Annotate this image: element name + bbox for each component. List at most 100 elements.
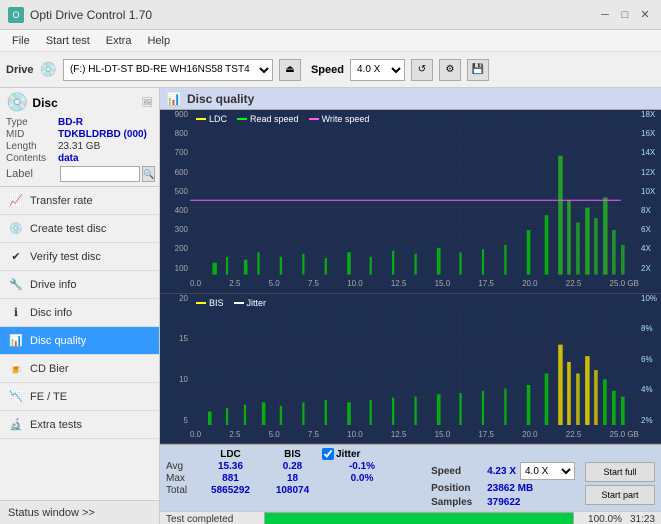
cd-bier-icon: 🍺 bbox=[8, 361, 24, 377]
speed-row-label: Speed bbox=[431, 466, 483, 477]
progress-percent: 100.0% bbox=[582, 514, 622, 524]
chart1-x-axis: 0.0 2.5 5.0 7.5 10.0 12.5 15.0 17.5 20.0… bbox=[190, 275, 639, 293]
disc-label-label: Label bbox=[6, 168, 58, 180]
legend-jitter: Jitter bbox=[234, 298, 267, 308]
create-test-disc-icon: 💿 bbox=[8, 221, 24, 237]
drive-label: Drive bbox=[6, 64, 34, 76]
menu-help[interactable]: Help bbox=[139, 33, 178, 49]
stats-bar: LDC BIS Jitter Avg 15.36 0.28 -0.1% bbox=[160, 444, 661, 524]
right-stats: Speed 4.23 X 4.0 X Position 23862 MB Sam… bbox=[431, 448, 575, 508]
fe-te-icon: 📉 bbox=[8, 389, 24, 405]
disc-label-input[interactable] bbox=[60, 166, 140, 182]
drive-select[interactable]: (F:) HL-DT-ST BD-RE WH16NS58 TST4 bbox=[63, 59, 273, 81]
sidebar-item-cd-bier[interactable]: 🍺 CD Bier bbox=[0, 355, 159, 383]
drive-info-icon: 🔧 bbox=[8, 277, 24, 293]
disc-small-icon: 🖼 bbox=[142, 97, 153, 108]
disc-quality-header-icon: 📊 bbox=[166, 92, 181, 106]
jitter-checkbox[interactable] bbox=[322, 448, 334, 460]
chart2: BIS Jitter 20 15 10 5 10% bbox=[160, 294, 661, 444]
chart-container: LDC Read speed Write speed 900 800 70 bbox=[160, 110, 661, 444]
legend-write-speed-label: Write speed bbox=[322, 114, 370, 124]
chart2-svg bbox=[190, 310, 639, 425]
sidebar-item-extra-tests[interactable]: 🔬 Extra tests bbox=[0, 411, 159, 439]
menu-file[interactable]: File bbox=[4, 33, 38, 49]
sidebar-item-verify-test-disc[interactable]: ✔ Verify test disc bbox=[0, 243, 159, 271]
position-row: Position 23862 MB bbox=[431, 483, 575, 494]
start-full-button[interactable]: Start full bbox=[585, 462, 655, 482]
speed-row-value: 4.23 X bbox=[487, 466, 516, 477]
disc-quality-icon: 📊 bbox=[8, 333, 24, 349]
progress-time: 31:23 bbox=[630, 514, 655, 524]
disc-icon: 💿 bbox=[6, 92, 28, 113]
legend-jitter-label: Jitter bbox=[247, 298, 267, 308]
title-bar: O Opti Drive Control 1.70 ─ □ ✕ bbox=[0, 0, 661, 30]
menu-bar: File Start test Extra Help bbox=[0, 30, 661, 52]
speed-select[interactable]: 4.0 X Max 2.0 X bbox=[350, 59, 405, 81]
disc-quality-header: 📊 Disc quality bbox=[160, 88, 661, 110]
start-part-button[interactable]: Start part bbox=[585, 485, 655, 505]
position-value: 23862 MB bbox=[487, 483, 533, 494]
sidebar-item-create-test-disc[interactable]: 💿 Create test disc bbox=[0, 215, 159, 243]
sidebar-item-drive-info[interactable]: 🔧 Drive info bbox=[0, 271, 159, 299]
max-label: Max bbox=[166, 473, 196, 484]
stats-table: LDC BIS Jitter Avg 15.36 0.28 -0.1% bbox=[166, 448, 402, 496]
chart1-y-axis-left: 900 800 700 600 500 400 300 200 100 bbox=[160, 110, 190, 273]
refresh-button[interactable]: ↺ bbox=[411, 59, 433, 81]
window-controls: ─ □ ✕ bbox=[597, 7, 653, 23]
status-window-button[interactable]: Status window >> bbox=[0, 500, 159, 524]
read-speed-dot bbox=[237, 118, 247, 120]
total-label: Total bbox=[166, 485, 196, 496]
fe-te-label: FE / TE bbox=[30, 391, 67, 403]
ldc-max: 881 bbox=[198, 473, 263, 484]
disc-info-label: Disc info bbox=[30, 307, 72, 319]
start-buttons: Start full Start part bbox=[585, 448, 655, 505]
verify-test-disc-icon: ✔ bbox=[8, 249, 24, 265]
sidebar-item-disc-quality[interactable]: 📊 Disc quality bbox=[0, 327, 159, 355]
settings-button[interactable]: ⚙ bbox=[439, 59, 461, 81]
sidebar-item-transfer-rate[interactable]: 📈 Transfer rate bbox=[0, 187, 159, 215]
ldc-avg: 15.36 bbox=[198, 461, 263, 472]
extra-tests-icon: 🔬 bbox=[8, 417, 24, 433]
cd-bier-label: CD Bier bbox=[30, 363, 69, 375]
disc-mid-value: TDKBLDRBD (000) bbox=[58, 129, 147, 140]
nav-items: 📈 Transfer rate 💿 Create test disc ✔ Ver… bbox=[0, 187, 159, 439]
maximize-button[interactable]: □ bbox=[617, 7, 633, 23]
close-button[interactable]: ✕ bbox=[637, 7, 653, 23]
disc-contents-label: Contents bbox=[6, 153, 58, 164]
disc-contents-value: data bbox=[58, 153, 79, 164]
eject-button[interactable]: ⏏ bbox=[279, 59, 301, 81]
ldc-dot bbox=[196, 118, 206, 120]
disc-label-button[interactable]: 🔍 bbox=[142, 166, 155, 182]
chart2-y-axis-left: 20 15 10 5 bbox=[160, 294, 190, 425]
sidebar-item-disc-info[interactable]: ℹ Disc info bbox=[0, 299, 159, 327]
disc-info-icon: ℹ bbox=[8, 305, 24, 321]
main-area: 💿 Disc 🖼 Type BD-R MID TDKBLDRBD (000) L… bbox=[0, 88, 661, 524]
progress-bar-inner bbox=[265, 513, 573, 524]
chart2-legend: BIS Jitter bbox=[190, 296, 272, 310]
content-area: 📊 Disc quality LDC Read speed bbox=[160, 88, 661, 524]
create-test-disc-label: Create test disc bbox=[30, 223, 106, 235]
verify-test-disc-label: Verify test disc bbox=[30, 251, 101, 263]
transfer-rate-icon: 📈 bbox=[8, 193, 24, 209]
progress-bar-area: Test completed 100.0% 31:23 bbox=[160, 511, 661, 524]
menu-start-test[interactable]: Start test bbox=[38, 33, 98, 49]
menu-extra[interactable]: Extra bbox=[98, 33, 140, 49]
legend-bis: BIS bbox=[196, 298, 224, 308]
disc-title: Disc bbox=[32, 96, 57, 110]
save-button[interactable]: 💾 bbox=[467, 59, 489, 81]
sidebar-item-fe-te[interactable]: 📉 FE / TE bbox=[0, 383, 159, 411]
legend-read-speed: Read speed bbox=[237, 114, 299, 124]
stats-bis-header: BIS bbox=[265, 449, 320, 460]
status-window-label: Status window >> bbox=[8, 507, 95, 519]
legend-ldc: LDC bbox=[196, 114, 227, 124]
speed-bottom-select[interactable]: 4.0 X bbox=[520, 462, 575, 480]
minimize-button[interactable]: ─ bbox=[597, 7, 613, 23]
disc-length-label: Length bbox=[6, 141, 58, 152]
chart1-svg-area bbox=[190, 126, 639, 275]
transfer-rate-label: Transfer rate bbox=[30, 195, 93, 207]
bis-max: 18 bbox=[265, 473, 320, 484]
speed-label: Speed bbox=[311, 64, 344, 76]
disc-mid-label: MID bbox=[6, 129, 58, 140]
legend-ldc-label: LDC bbox=[209, 114, 227, 124]
chart2-y-axis-right: 10% 8% 6% 4% 2% bbox=[639, 294, 661, 425]
